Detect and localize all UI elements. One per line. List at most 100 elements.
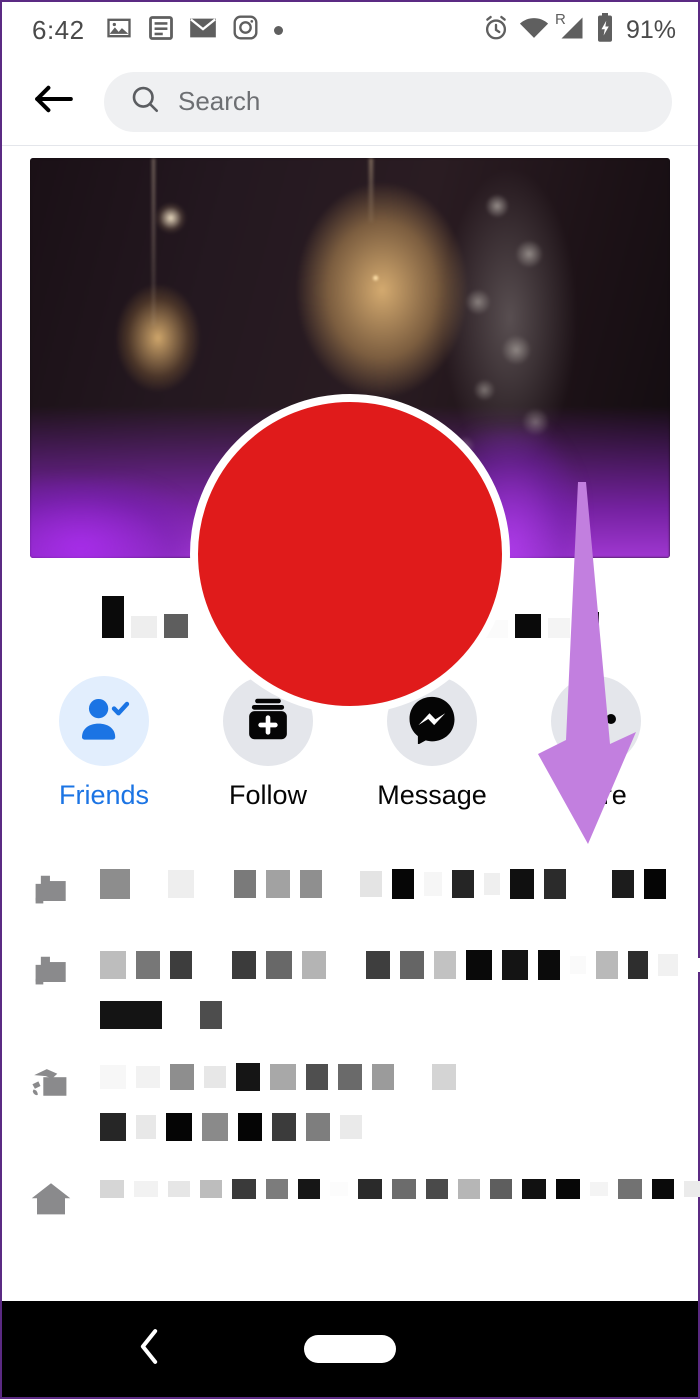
avatar[interactable] <box>190 394 510 714</box>
status-bar-time: 6:42 <box>32 14 85 45</box>
battery-percentage: 91% <box>625 15 676 44</box>
redacted-block <box>628 951 648 979</box>
redacted-block <box>166 1113 192 1141</box>
redacted-block <box>168 870 194 898</box>
info-row[interactable] <box>28 1158 700 1239</box>
info-text-line <box>100 998 700 1032</box>
back-button[interactable] <box>28 76 80 128</box>
redacted-block <box>340 1115 362 1139</box>
redacted-block <box>336 958 356 972</box>
profile-info-list <box>2 853 700 1239</box>
redacted-block <box>684 1181 700 1197</box>
redacted-block <box>652 1179 674 1199</box>
redacted-block <box>432 1064 456 1090</box>
redacted-block <box>452 870 474 898</box>
redacted-block <box>644 869 666 899</box>
redacted-block <box>490 1179 512 1199</box>
redacted-block <box>232 951 256 979</box>
redacted-block <box>172 1008 190 1022</box>
redacted-block <box>510 869 534 899</box>
status-bar-system-icons: R 91% <box>482 11 676 48</box>
redacted-block <box>100 1001 162 1029</box>
redacted-block <box>426 1179 448 1199</box>
redacted-block <box>100 951 126 979</box>
chevron-back-icon <box>136 1329 162 1371</box>
friends-button[interactable]: Friends <box>50 676 158 811</box>
wifi-icon <box>519 16 549 45</box>
redacted-block <box>458 1179 480 1199</box>
search-header: Search <box>2 58 698 146</box>
redacted-block <box>484 873 500 895</box>
redacted-block <box>272 1113 296 1141</box>
info-row-text <box>100 948 700 1032</box>
redacted-block <box>140 878 158 890</box>
news-icon <box>148 14 174 47</box>
redacted-block <box>502 950 528 980</box>
redacted-block <box>266 951 292 979</box>
redacted-block <box>170 951 192 979</box>
redacted-block <box>618 1179 642 1199</box>
redacted-block <box>298 1179 320 1199</box>
redacted-block <box>202 1113 228 1141</box>
dot-icon <box>273 25 283 35</box>
redacted-block <box>434 951 456 979</box>
more-button[interactable]: More <box>542 676 650 811</box>
redacted-block <box>392 869 414 899</box>
redacted-block <box>266 870 290 898</box>
redacted-block <box>232 1179 256 1199</box>
redacted-block <box>136 951 160 979</box>
redacted-block <box>400 951 424 979</box>
redacted-block <box>300 870 322 898</box>
cellular-roaming-icon: R <box>555 11 586 46</box>
android-navigation-bar <box>2 1301 698 1397</box>
info-row-text <box>100 867 700 901</box>
arrow-left-icon <box>33 81 75 122</box>
redacted-block <box>136 1066 160 1088</box>
redacted-block <box>590 1182 608 1196</box>
work-briefcase-icon <box>28 867 74 920</box>
info-row-text <box>100 1060 672 1144</box>
info-row-text <box>100 1172 700 1206</box>
redacted-block <box>134 1181 158 1197</box>
light-strand-decoration <box>151 158 155 326</box>
redacted-block <box>538 950 560 980</box>
redacted-block <box>330 1182 348 1196</box>
info-text-line <box>100 1110 672 1144</box>
redacted-block <box>366 951 390 979</box>
redacted-block <box>100 1180 124 1198</box>
info-row[interactable] <box>28 934 700 1046</box>
nav-back-button[interactable] <box>136 1327 162 1372</box>
redacted-block <box>514 614 541 638</box>
info-row[interactable] <box>28 1046 672 1158</box>
search-input[interactable]: Search <box>104 71 672 132</box>
redacted-block <box>238 1113 262 1141</box>
redacted-block <box>100 1113 126 1141</box>
home-pill-icon[interactable] <box>304 1335 396 1363</box>
purple-glow-left <box>30 478 197 558</box>
redacted-block <box>556 1179 580 1199</box>
redacted-block <box>404 1070 422 1084</box>
redacted-block <box>200 1001 222 1029</box>
messenger-icon <box>407 694 457 749</box>
mail-icon <box>189 15 217 46</box>
follow-button-label: Follow <box>228 780 308 810</box>
redacted-block <box>596 951 618 979</box>
ellipsis-icon <box>574 711 618 732</box>
redacted-block <box>204 877 224 891</box>
redacted-block <box>360 871 382 897</box>
redacted-block <box>522 1179 546 1199</box>
home-icon <box>28 1172 74 1225</box>
redacted-block <box>466 950 492 980</box>
redacted-block <box>658 954 678 976</box>
roaming-label: R <box>554 10 566 28</box>
photo-icon <box>105 14 133 47</box>
redacted-block <box>392 1179 416 1199</box>
redacted-block <box>100 1065 126 1089</box>
info-text-line <box>100 948 700 982</box>
info-row[interactable] <box>28 853 694 934</box>
info-text-line <box>100 1060 672 1094</box>
redacted-block <box>204 1066 226 1088</box>
redacted-block <box>570 956 586 974</box>
battery-charging-icon <box>595 12 615 48</box>
redacted-block <box>163 614 188 638</box>
